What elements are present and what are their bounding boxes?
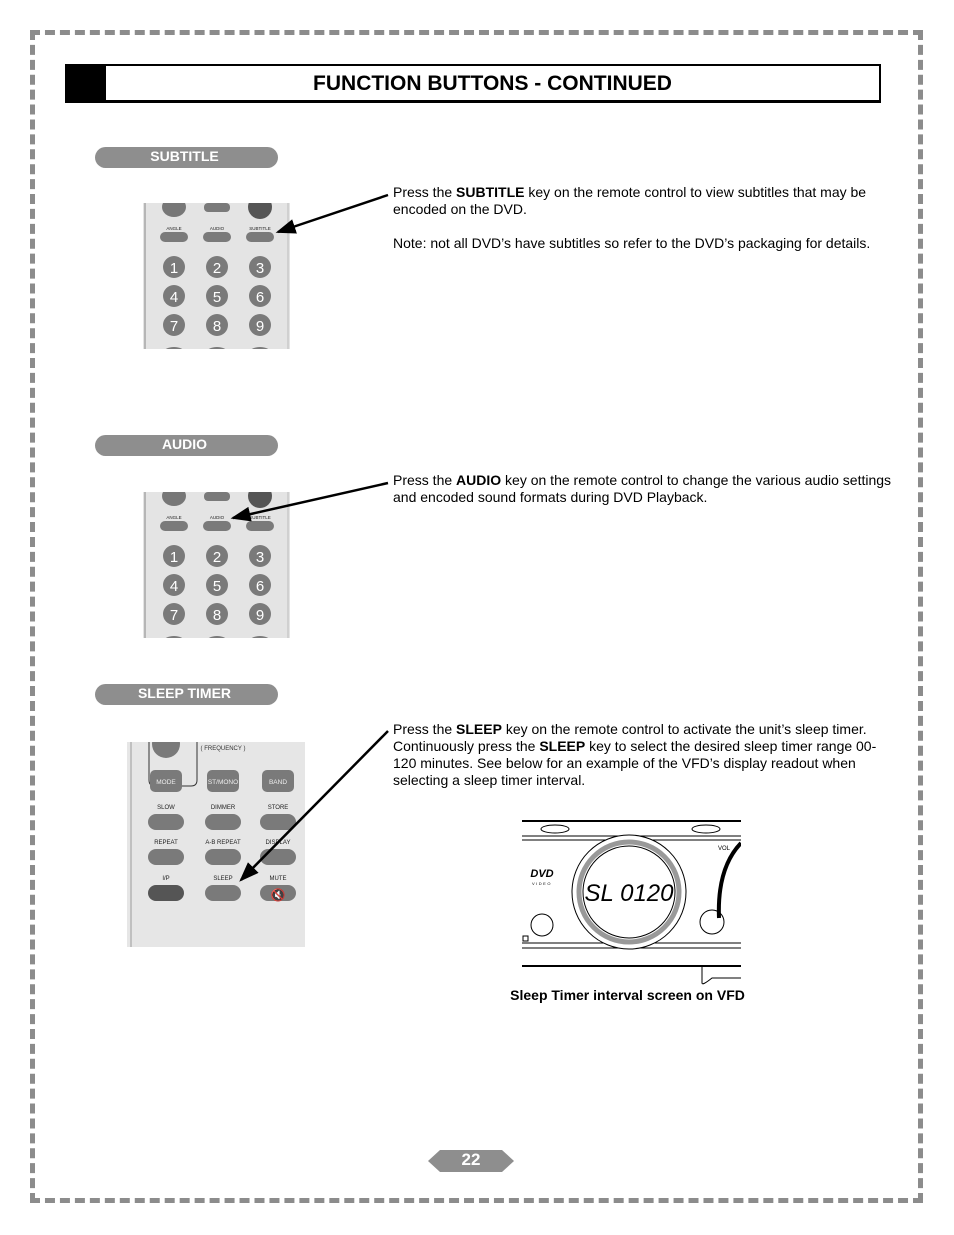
page-number: 22 — [461, 1150, 481, 1169]
page-number-badge: 22 — [428, 1150, 514, 1172]
arrow-to-subtitle-key — [275, 193, 389, 234]
arrow-to-sleep-key — [239, 730, 389, 882]
callout-arrows — [230, 193, 389, 882]
manual-page: FUNCTION BUTTONS - CONTINUED SUBTITLE AU… — [0, 0, 954, 1235]
arrow-to-audio-key — [230, 481, 389, 522]
